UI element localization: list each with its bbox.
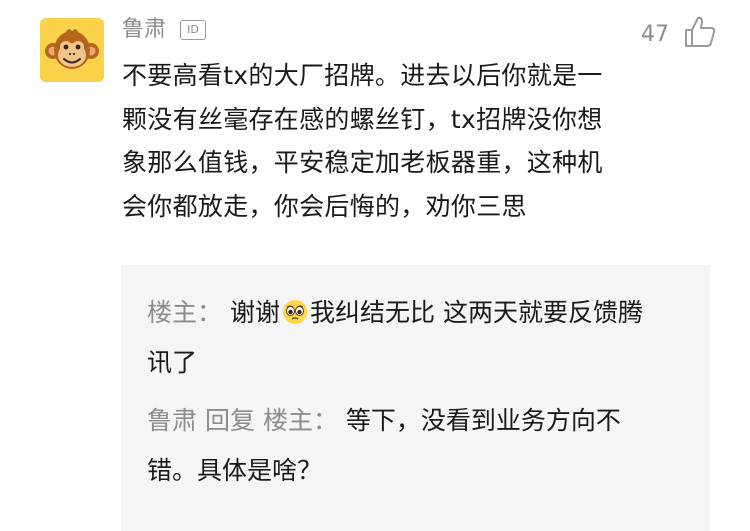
- comment-text: 不要高看tx的大厂招牌。进去以后你就是一 颗没有丝毫存在感的螺丝钉，tx招牌没你…: [122, 54, 682, 228]
- reply-item[interactable]: 鲁肃 回复 楼主： 等下，没看到业务方向不 错。具体是啥？: [147, 396, 697, 496]
- monkey-avatar-icon: [40, 18, 104, 82]
- reply-text: 谢谢: [229, 298, 280, 327]
- comment-text-line: 会你都放走，你会后悔的，劝你三思: [122, 191, 527, 221]
- reply-separator: ：: [197, 298, 223, 327]
- reply-item[interactable]: 楼主： 谢谢 我纠结无比 这两天就要反馈腾 讯了: [147, 288, 697, 388]
- reply-text: 讯了: [147, 348, 198, 377]
- reply-list: 楼主： 谢谢 我纠结无比 这两天就要反馈腾 讯了 鲁肃 回复 楼主： 等下，没看…: [121, 265, 710, 531]
- comment-text-line: 不要高看tx的大厂招牌。进去以后你就是一: [122, 61, 603, 90]
- comment-author[interactable]: 鲁肃: [122, 14, 166, 46]
- reply-author[interactable]: 楼主: [147, 298, 197, 327]
- crying-eyes-emoji-icon: [283, 300, 307, 324]
- reply-author[interactable]: 鲁肃: [147, 406, 197, 435]
- comment-text-line: 象那么值钱，平安稳定加老板器重，这种机: [122, 148, 603, 177]
- comment-text-line: 颗没有丝毫存在感的螺丝钉，tx招牌没你想: [122, 104, 603, 134]
- reply-text: 错。具体是啥？: [147, 456, 323, 485]
- reply-separator: ：: [312, 406, 338, 435]
- like-count: 47: [641, 22, 669, 47]
- avatar[interactable]: [40, 18, 104, 82]
- reply-text: 等下，没看到业务方向不: [345, 406, 621, 435]
- reply-text: 我纠结无比 这两天就要反馈腾: [310, 298, 643, 327]
- thumbs-up-icon[interactable]: [682, 14, 718, 50]
- reply-target[interactable]: 楼主: [263, 406, 313, 435]
- reply-word: 回复: [204, 406, 255, 435]
- id-badge: ID: [180, 20, 206, 40]
